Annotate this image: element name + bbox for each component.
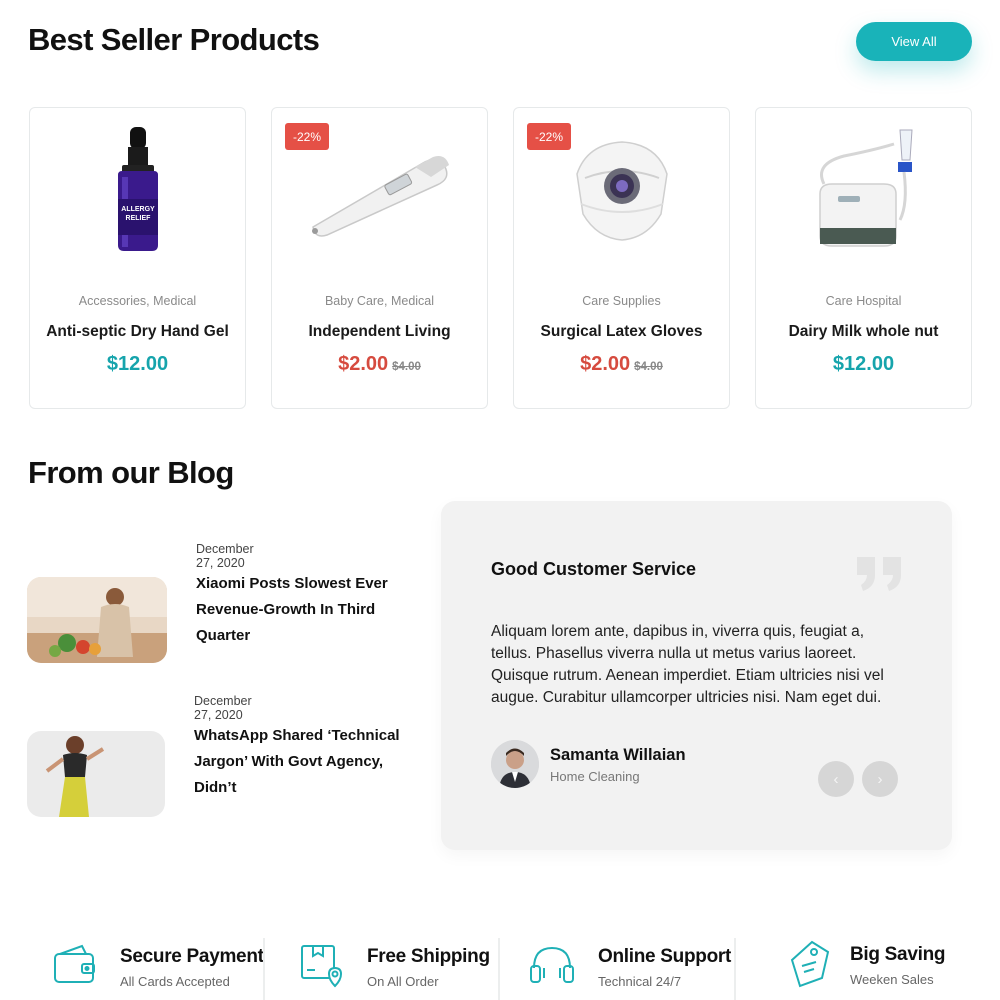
author-role: Home Cleaning (550, 769, 640, 784)
feature-title: Online Support (598, 946, 732, 967)
svg-text:RELIEF: RELIEF (125, 215, 151, 222)
feature-subtitle: All Cards Accepted (120, 974, 230, 989)
feature-divider (498, 938, 500, 1000)
price-tag-icon (788, 938, 834, 995)
prev-button[interactable]: ‹ (818, 761, 854, 797)
product-price: $2.00 $4.00 (272, 353, 487, 376)
svg-text:ALLERGY: ALLERGY (121, 206, 155, 213)
nebulizer-icon[interactable] (756, 124, 971, 254)
product-category[interactable]: Accessories, Medical (30, 294, 245, 308)
best-seller-title: Best Seller Products (28, 22, 320, 57)
discount-badge: -22% (527, 123, 572, 150)
box-location-icon (299, 942, 345, 993)
product-category[interactable]: Care Hospital (756, 294, 971, 308)
product-card[interactable]: -22% Care Supplies Surgical Latex Gloves… (513, 107, 730, 409)
feature-divider (734, 938, 736, 1000)
product-price: $12.00 (756, 353, 971, 376)
quote-icon (855, 553, 905, 598)
product-card[interactable]: -22% Baby Care, Medical Independent Livi… (271, 107, 488, 409)
current-price: $12.00 (106, 353, 169, 375)
product-name[interactable]: Surgical Latex Gloves (514, 323, 729, 341)
wallet-icon (52, 942, 98, 993)
blog-title: From our Blog (28, 455, 234, 490)
blog-thumbnail[interactable] (27, 731, 165, 817)
next-button[interactable]: › (862, 761, 898, 797)
old-price: $4.00 (634, 361, 663, 373)
blog-post-title[interactable]: Xiaomi Posts Slowest Ever Revenue-Growth… (196, 571, 416, 649)
feature-title: Big Saving (850, 944, 946, 965)
feature-subtitle: Weeken Sales (850, 972, 934, 987)
current-price: $2.00 (580, 353, 631, 375)
product-card[interactable]: ALLERGY RELIEF Accessories, Medical Anti… (29, 107, 246, 409)
old-price: $4.00 (392, 361, 421, 373)
blog-post-title[interactable]: WhatsApp Shared ‘Technical Jargon’ With … (194, 723, 414, 801)
product-category[interactable]: Baby Care, Medical (272, 294, 487, 308)
feature-subtitle: On All Order (367, 974, 439, 989)
dropper-bottle-icon[interactable]: ALLERGY RELIEF (30, 124, 245, 254)
current-price: $2.00 (338, 353, 389, 375)
product-name[interactable]: Anti-septic Dry Hand Gel (30, 323, 245, 341)
blog-thumbnail[interactable] (27, 577, 167, 663)
feature-title: Free Shipping (367, 946, 490, 967)
headset-icon (528, 942, 576, 993)
blog-date: December 27, 2020 (194, 694, 252, 722)
product-category[interactable]: Care Supplies (514, 294, 729, 308)
product-price: $2.00 $4.00 (514, 353, 729, 376)
avatar (491, 740, 539, 788)
current-price: $12.00 (832, 353, 895, 375)
view-all-button[interactable]: View All (856, 22, 972, 61)
discount-badge: -22% (285, 123, 330, 150)
testimonial-card: Good Customer Service Aliquam lorem ante… (441, 501, 952, 850)
author-name: Samanta Willaian (550, 746, 686, 764)
blog-date: December 27, 2020 (196, 542, 254, 570)
product-name[interactable]: Independent Living (272, 323, 487, 341)
product-price: $12.00 (30, 353, 245, 376)
feature-subtitle: Technical 24/7 (598, 974, 682, 989)
feature-title: Secure Payment (120, 946, 264, 967)
product-card[interactable]: Care Hospital Dairy Milk whole nut $12.0… (755, 107, 972, 409)
feature-divider (263, 938, 265, 1000)
testimonial-title: Good Customer Service (491, 559, 697, 579)
testimonial-body: Aliquam lorem ante, dapibus in, viverra … (491, 623, 884, 706)
product-name[interactable]: Dairy Milk whole nut (756, 323, 971, 341)
